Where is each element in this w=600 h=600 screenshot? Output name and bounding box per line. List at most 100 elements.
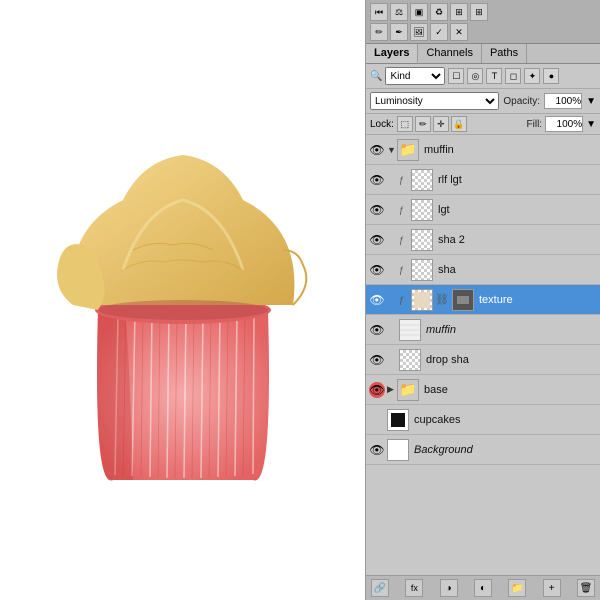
layer-item[interactable]: 👁 ƒ lgt [366,195,600,225]
group-arrow-icon[interactable]: ▼ [387,145,395,155]
fx-marker: ƒ [399,295,409,305]
layer-name-label: rlf lgt [438,174,597,186]
opacity-input[interactable] [544,93,582,109]
toolbar-row-1: ⏮ ⚖ ▣ ♻ ⊞ ⊞ [370,3,596,21]
layer-item[interactable]: 👁ƒ⛓texture [366,285,600,315]
filter-shape-icon[interactable]: ◻ [505,68,521,84]
tab-channels[interactable]: Channels [418,44,481,63]
toolbar-row-2: ✏ ✒ 🖼 ✓ ✕ [370,23,596,41]
layer-name-label: sha [438,264,597,276]
kind-dropdown[interactable]: Kind Name Effect [385,67,445,85]
filter-toggle-icon[interactable]: ● [543,68,559,84]
visibility-eye-icon[interactable] [369,412,385,428]
visibility-eye-icon[interactable]: 👁 [369,292,385,308]
link-icon[interactable]: 🔗 [371,579,389,597]
layer-item[interactable]: 👁 Background [366,435,600,465]
layer-name-label: muffin [424,144,597,156]
fx-marker: ƒ [399,205,409,215]
visibility-eye-icon[interactable]: 👁 [369,172,385,188]
blend-mode-dropdown[interactable]: Luminosity Normal Multiply Screen [370,92,499,110]
history-icon[interactable]: ⏮ [370,3,388,21]
layer-item[interactable]: 👁 drop sha [366,345,600,375]
visibility-eye-icon[interactable]: 👁 [369,382,385,398]
lock-move-icon[interactable]: ✛ [433,116,449,132]
square-icon[interactable]: ▣ [410,3,428,21]
layer-thumbnail-2 [452,289,474,311]
fx-marker: ƒ [399,235,409,245]
plus-icon[interactable]: ⊞ [450,3,468,21]
panel-toolbar: ⏮ ⚖ ▣ ♻ ⊞ ⊞ ✏ ✒ 🖼 ✓ ✕ [366,0,600,44]
layer-item[interactable]: 👁 ƒ rlf lgt [366,165,600,195]
canvas-area [0,0,365,600]
layer-item[interactable]: 👁 ƒ sha 2 [366,225,600,255]
filter-adjust-icon[interactable]: ◎ [467,68,483,84]
chain-link-icon: ⛓ [435,293,449,306]
group-arrow-icon[interactable]: ▶ [387,384,395,395]
layer-thumbnail: 📁 [397,379,419,401]
visibility-eye-icon[interactable]: 👁 [369,142,385,158]
layer-thumbnail [411,289,433,311]
image-icon[interactable]: 🖼 [410,23,428,41]
layer-item[interactable]: 👁muffin [366,315,600,345]
new-layer-icon[interactable]: + [543,579,561,597]
muffin-illustration [43,100,323,500]
folder-icon[interactable]: 📁 [508,579,526,597]
layer-name-label: cupcakes [414,414,597,426]
layer-thumbnail [411,199,433,221]
layer-name-label: drop sha [426,354,597,366]
tab-layers[interactable]: Layers [366,44,418,63]
layer-name-label: sha 2 [438,234,597,246]
layers-panel: ⏮ ⚖ ▣ ♻ ⊞ ⊞ ✏ ✒ 🖼 ✓ ✕ Layers Channels Pa… [365,0,600,600]
scale-icon[interactable]: ⚖ [390,3,408,21]
layer-item[interactable]: 👁▼📁 muffin [366,135,600,165]
visibility-eye-icon[interactable]: 👁 [369,262,385,278]
fill-arrow[interactable]: ▼ [586,119,596,130]
fx-icon[interactable]: fx [405,579,423,597]
layer-thumbnail: 📁 [397,139,419,161]
fill-input[interactable] [545,116,583,132]
check-icon[interactable]: ✓ [430,23,448,41]
fx-marker: ƒ [399,175,409,185]
visibility-eye-icon[interactable]: 👁 [369,232,385,248]
layer-thumbnail [387,409,409,431]
blend-row: Luminosity Normal Multiply Screen Opacit… [366,89,600,114]
layers-list: 👁▼📁muffin👁ƒrlf lgt👁ƒlgt👁ƒsha 2👁ƒsha👁ƒ⛓te… [366,135,600,575]
lock-transparent-icon[interactable]: ⬚ [397,116,413,132]
panel-tabs: Layers Channels Paths [366,44,600,64]
fill-label: Fill: [527,119,543,130]
layer-thumbnail [411,229,433,251]
adjustment-icon[interactable]: ◐ [474,579,492,597]
opacity-arrow[interactable]: ▼ [586,96,596,107]
layer-name-label: Background [414,444,597,456]
filter-pixel-icon[interactable]: ☐ [448,68,464,84]
filter-smart-icon[interactable]: ✦ [524,68,540,84]
layer-thumbnail [411,259,433,281]
layer-item[interactable]: 👁▶📁base [366,375,600,405]
lock-label: Lock: [370,119,394,130]
pen-icon[interactable]: ✒ [390,23,408,41]
recycle-icon[interactable]: ♻ [430,3,448,21]
layer-thumbnail [399,319,421,341]
visibility-eye-icon[interactable]: 👁 [369,352,385,368]
lock-all-icon[interactable]: 🔒 [451,116,467,132]
opacity-label: Opacity: [503,96,540,107]
visibility-eye-icon[interactable]: 👁 [369,202,385,218]
filter-text-icon[interactable]: T [486,68,502,84]
x-icon[interactable]: ✕ [450,23,468,41]
layer-name-label: lgt [438,204,597,216]
visibility-eye-icon[interactable]: 👁 [369,442,385,458]
lock-row: Lock: ⬚ ✏ ✛ 🔒 Fill: ▼ [366,114,600,135]
grid-icon[interactable]: ⊞ [470,3,488,21]
filter-row: 🔍 Kind Name Effect ☐ ◎ T ◻ ✦ ● [366,64,600,89]
tab-paths[interactable]: Paths [482,44,527,63]
layer-item[interactable]: 👁 ƒ sha [366,255,600,285]
layer-item[interactable]: cupcakes [366,405,600,435]
lock-icons: ⬚ ✏ ✛ 🔒 [397,116,524,132]
visibility-eye-icon[interactable]: 👁 [369,322,385,338]
delete-icon[interactable]: 🗑 [577,579,595,597]
mask-icon[interactable]: ◑ [440,579,458,597]
layer-thumbnail [387,439,409,461]
fx-marker: ƒ [399,265,409,275]
brush-icon[interactable]: ✏ [370,23,388,41]
lock-paint-icon[interactable]: ✏ [415,116,431,132]
